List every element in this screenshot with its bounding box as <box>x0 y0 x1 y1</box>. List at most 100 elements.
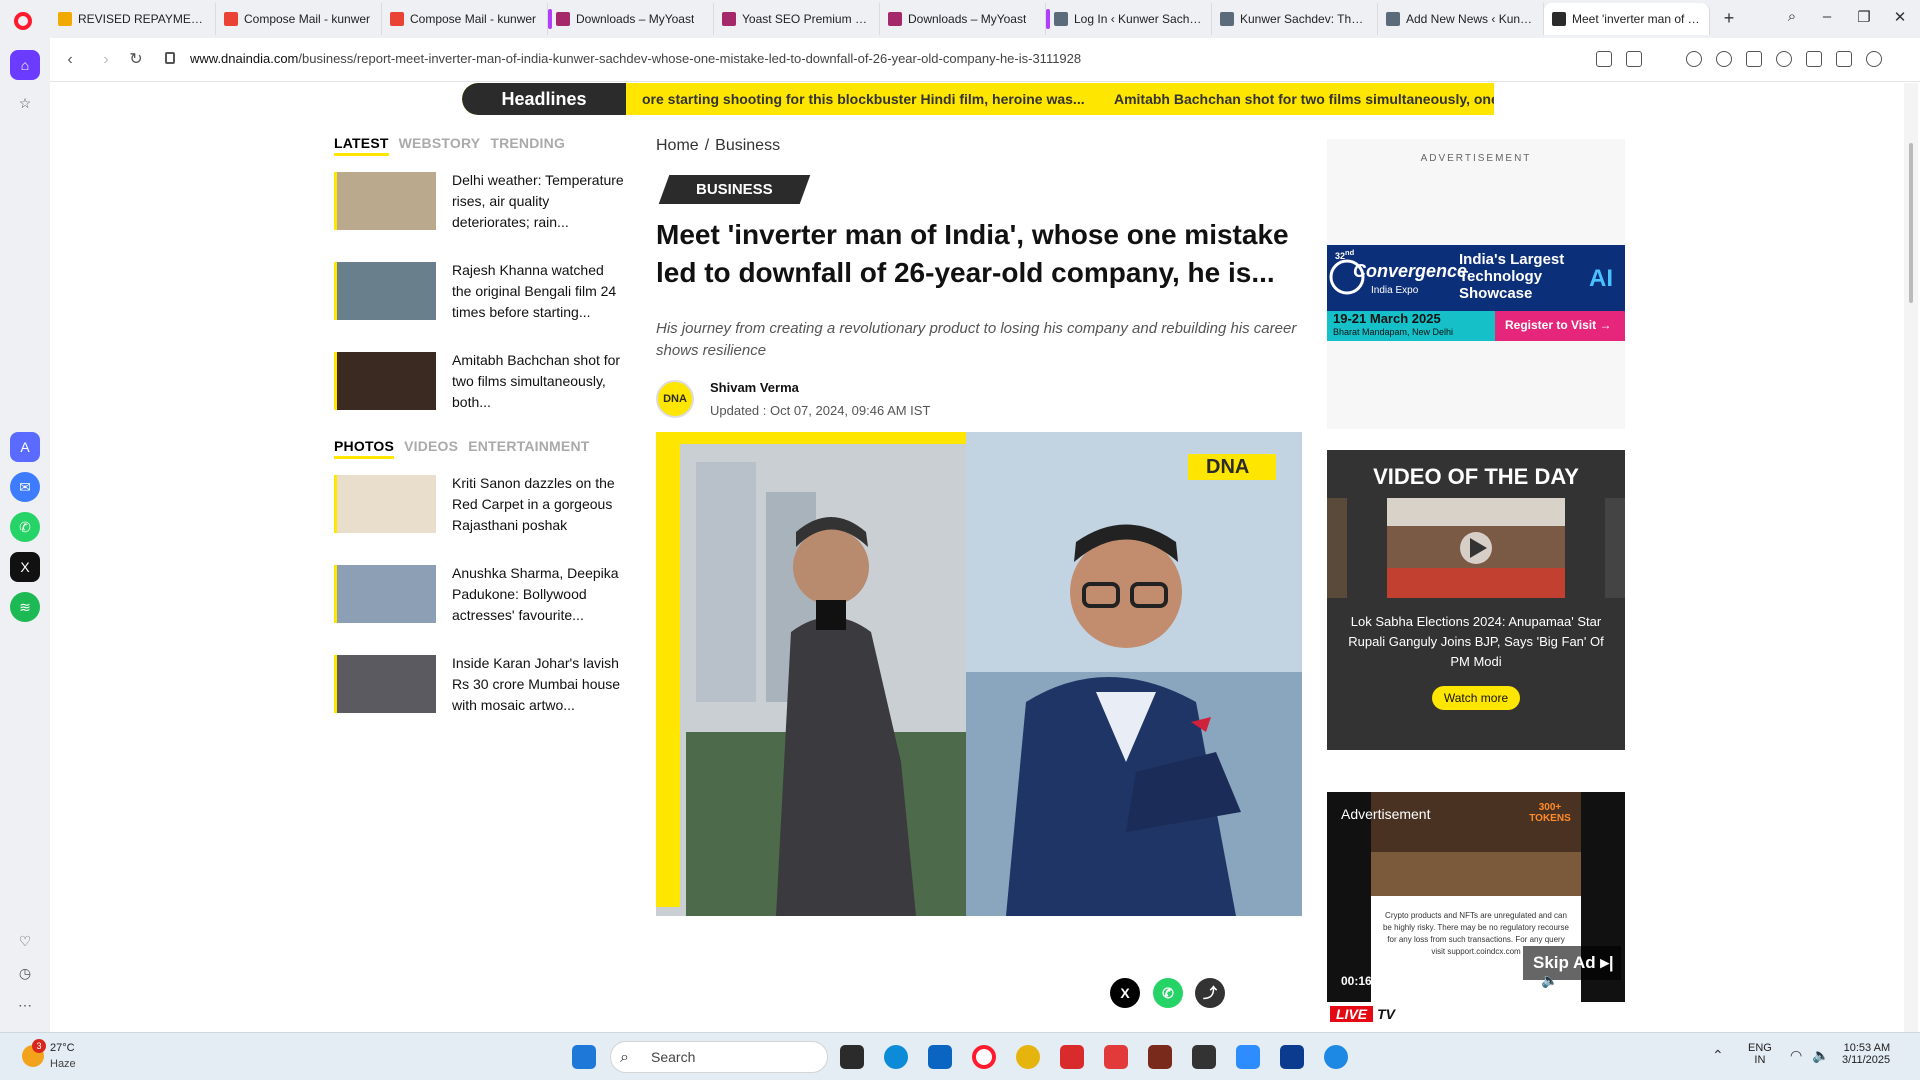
breadcrumb-business[interactable]: Business <box>715 137 780 154</box>
back-icon[interactable]: ‹ <box>60 50 80 70</box>
tray-chevron-icon[interactable]: ⌃ <box>1712 1047 1724 1064</box>
zoom-icon[interactable] <box>1236 1045 1260 1069</box>
browser-tab[interactable]: Meet 'inverter man of Indi <box>1544 3 1710 35</box>
minimize-icon[interactable]: – <box>1817 8 1837 25</box>
skip-ad-button[interactable]: Skip Ad ▸| <box>1523 946 1621 980</box>
news-thumbnail[interactable] <box>334 655 436 713</box>
profile-icon[interactable] <box>1866 51 1882 67</box>
ad-banner[interactable]: 32nd Convergence India Expo India's Larg… <box>1327 245 1625 341</box>
page-scrollbar[interactable] <box>1904 83 1918 1032</box>
news-title[interactable]: Rajesh Khanna watched the original Benga… <box>452 260 624 323</box>
browser-tab[interactable]: REVISED REPAYMENT PL <box>50 3 216 35</box>
tab-webstory[interactable]: WEBSTORY <box>399 135 481 156</box>
share-x-icon[interactable]: X <box>1110 978 1140 1008</box>
list-item[interactable]: Inside Karan Johar's lavish Rs 30 crore … <box>334 653 624 729</box>
taskbar-search[interactable]: Search <box>610 1041 828 1073</box>
opera-logo-icon[interactable] <box>14 12 32 30</box>
outlook-icon[interactable] <box>928 1045 952 1069</box>
close-window-icon[interactable]: ✕ <box>1890 8 1910 26</box>
list-item[interactable]: Kriti Sanon dazzles on the Red Carpet in… <box>334 473 624 549</box>
app-icon-2[interactable] <box>1192 1045 1216 1069</box>
vod-caption[interactable]: Lok Sabha Elections 2024: Anupamaa' Star… <box>1327 612 1625 672</box>
news-thumbnail[interactable] <box>334 262 436 320</box>
tab-latest[interactable]: LATEST <box>334 135 389 156</box>
scrollbar-thumb[interactable] <box>1909 143 1913 303</box>
start-icon[interactable] <box>572 1045 596 1069</box>
ticker-item[interactable]: Amitabh Bachchan shot for two films simu… <box>1114 91 1494 107</box>
browser-tab[interactable]: Downloads – MyYoast <box>548 3 714 35</box>
category-badge[interactable]: BUSINESS <box>658 175 810 204</box>
video-ad[interactable]: Advertisement 300+ TOKENS Crypto product… <box>1327 792 1625 1002</box>
news-thumbnail[interactable] <box>334 352 436 410</box>
browser-tab[interactable]: Add New News ‹ Kunwe <box>1378 3 1544 35</box>
camera-icon[interactable] <box>1686 51 1702 67</box>
more-icon[interactable]: ⋯ <box>10 990 40 1020</box>
headlines-ticker[interactable]: Headlines ore starting shooting for this… <box>462 83 1494 115</box>
play-icon[interactable] <box>1746 51 1762 67</box>
restore-icon[interactable]: ❐ <box>1854 8 1874 26</box>
favorites-icon[interactable]: ♡ <box>10 926 40 956</box>
opera-taskbar-icon[interactable] <box>972 1045 996 1069</box>
heart-icon[interactable] <box>1776 51 1792 67</box>
ad-cta[interactable]: Register to Visit → <box>1505 318 1611 332</box>
author-name[interactable]: Shivam Verma <box>710 380 930 395</box>
whatsapp-icon[interactable]: ✆ <box>10 512 40 542</box>
watch-more-button[interactable]: Watch more <box>1432 686 1520 710</box>
share-icon[interactable]: ⤴ <box>1195 978 1225 1008</box>
chrome-icon[interactable] <box>1016 1045 1040 1069</box>
forward-icon[interactable]: › <box>96 50 116 70</box>
tab-trending[interactable]: TRENDING <box>490 135 565 156</box>
tab-videos[interactable]: VIDEOS <box>404 438 458 459</box>
app-icon-3[interactable] <box>1324 1045 1348 1069</box>
browser-tab[interactable]: Kunwer Sachdev: The Inv <box>1212 3 1378 35</box>
new-tab-icon[interactable]: + <box>1719 9 1739 29</box>
home-icon[interactable]: ⌂ <box>10 50 40 80</box>
reader-icon[interactable] <box>1596 51 1612 67</box>
breadcrumb-home[interactable]: Home <box>656 137 699 154</box>
edge-icon[interactable] <box>884 1045 908 1069</box>
browser-tab[interactable]: Yoast SEO Premium char <box>714 3 880 35</box>
live-tv-logo[interactable]: LIVE TV <box>1330 1006 1395 1022</box>
x-icon[interactable]: X <box>10 552 40 582</box>
shield-icon[interactable] <box>1716 51 1732 67</box>
news-title[interactable]: Delhi weather: Temperature rises, air qu… <box>452 170 624 233</box>
tab-entertainment[interactable]: ENTERTAINMENT <box>468 438 589 459</box>
webex-icon[interactable] <box>1280 1045 1304 1069</box>
acrobat-icon[interactable] <box>1060 1045 1084 1069</box>
history-icon[interactable]: ◷ <box>10 958 40 988</box>
app-icon-1[interactable] <box>1148 1045 1172 1069</box>
list-item[interactable]: Delhi weather: Temperature rises, air qu… <box>334 170 624 246</box>
news-thumbnail[interactable] <box>334 475 436 533</box>
browser-tab[interactable]: Compose Mail - kunwer <box>382 3 548 35</box>
news-title[interactable]: Kriti Sanon dazzles on the Red Carpet in… <box>452 473 624 536</box>
anydesk-icon[interactable] <box>1104 1045 1128 1069</box>
news-title[interactable]: Anushka Sharma, Deepika Padukone: Bollyw… <box>452 563 624 626</box>
news-thumbnail[interactable] <box>334 172 436 230</box>
list-item[interactable]: Amitabh Bachchan shot for two films simu… <box>334 350 624 426</box>
vod-carousel[interactable] <box>1327 498 1625 598</box>
tab-photos[interactable]: PHOTOS <box>334 438 395 459</box>
spotify-icon[interactable]: ≋ <box>10 592 40 622</box>
browser-tab[interactable]: Downloads – MyYoast <box>880 3 1046 35</box>
news-title[interactable]: Amitabh Bachchan shot for two films simu… <box>452 350 624 413</box>
language-indicator[interactable]: ENG IN <box>1748 1042 1772 1066</box>
wifi-icon[interactable]: ◠ <box>1790 1047 1802 1064</box>
browser-tab[interactable]: Compose Mail - kunwer <box>216 3 382 35</box>
ticker-item[interactable]: ore starting shooting for this blockbust… <box>642 91 1085 107</box>
news-title[interactable]: Inside Karan Johar's lavish Rs 30 crore … <box>452 653 624 716</box>
edit-icon[interactable] <box>1626 51 1642 67</box>
news-thumbnail[interactable] <box>334 565 436 623</box>
clock[interactable]: 10:53 AM 3/11/2025 <box>1842 1042 1890 1066</box>
task-view-icon[interactable] <box>840 1045 864 1069</box>
pinboard-icon[interactable]: ☆ <box>10 88 40 118</box>
browser-tab[interactable]: Log In ‹ Kunwer Sachdev <box>1046 3 1212 35</box>
weather-temp[interactable]: 27°C <box>50 1042 75 1054</box>
share-whatsapp-icon[interactable]: ✆ <box>1153 978 1183 1008</box>
list-item[interactable]: Anushka Sharma, Deepika Padukone: Bollyw… <box>334 563 624 639</box>
download-icon[interactable] <box>1806 51 1822 67</box>
reload-icon[interactable]: ↻ <box>126 50 146 70</box>
aria-icon[interactable]: A <box>10 432 40 462</box>
url-field[interactable]: www.dnaindia.com/business/report-meet-in… <box>190 51 1081 66</box>
messenger-icon[interactable]: ✉ <box>10 472 40 502</box>
author-avatar[interactable]: DNA <box>656 380 694 418</box>
